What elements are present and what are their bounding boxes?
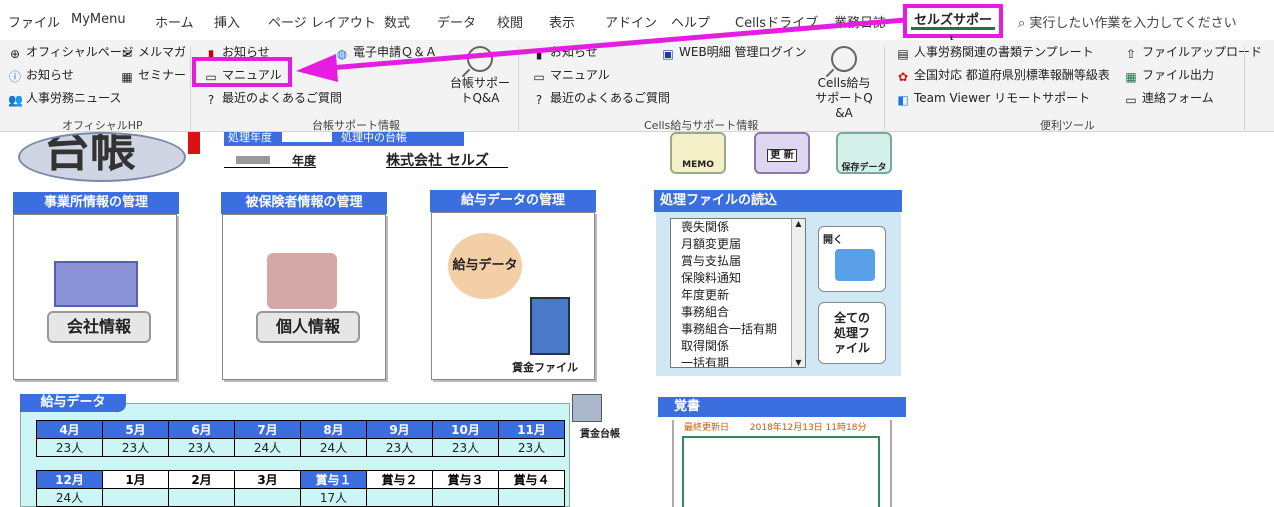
salary-mgmt-section-header: 給与データの管理 xyxy=(430,190,596,212)
annotation-arrow xyxy=(296,17,906,82)
count-cell: 17人 xyxy=(300,488,367,507)
count-cell: 24人 xyxy=(234,438,301,457)
memo-section-header: 覚書 xyxy=(658,397,906,417)
list-scrollbar[interactable]: ▲ ▼ xyxy=(791,219,805,367)
insured-section-header: 被保険者情報の管理 xyxy=(221,192,387,214)
personal-info-button[interactable]: 個人情報 xyxy=(256,311,360,343)
logo-oval: 台帳 xyxy=(18,132,186,182)
open-file-button[interactable]: 開く xyxy=(818,226,886,292)
wage-file-button[interactable]: 賃金ファイル xyxy=(512,359,578,375)
month-cell[interactable]: 4月 xyxy=(36,420,103,439)
count-cell xyxy=(498,488,565,507)
list-item[interactable]: 賞与支払届 xyxy=(671,253,805,270)
wage-ledger-icon[interactable] xyxy=(572,394,602,422)
building-icon xyxy=(54,261,138,307)
header-bar: 処理年度 処理中の台帳 xyxy=(224,132,464,146)
red-marker xyxy=(188,132,200,154)
insured-panel: 個人情報 xyxy=(222,214,386,380)
month-cell[interactable]: 5月 xyxy=(102,420,169,439)
memo-text-area[interactable] xyxy=(682,436,880,507)
processing-year-label: 処理年度 xyxy=(228,132,272,144)
year-suffix: 年度 xyxy=(291,154,316,168)
month-cell[interactable]: 2月 xyxy=(168,470,235,489)
memo-panel: 最終更新日 2018年12月13日 11時18分 xyxy=(672,420,892,507)
last-updated-label: 最終更新日 xyxy=(684,423,730,433)
salary-data-button[interactable]: 給与データ xyxy=(448,233,522,299)
year-box xyxy=(281,132,332,142)
memo-button[interactable]: MEMO xyxy=(670,132,726,174)
count-cell: 24人 xyxy=(300,438,367,457)
month-cell[interactable]: 1月 xyxy=(102,470,169,489)
month-cell[interactable]: 9月 xyxy=(366,420,433,439)
month-cell[interactable]: 7月 xyxy=(234,420,301,439)
office-section-header: 事業所情報の管理 xyxy=(13,192,179,214)
list-item[interactable]: 事務組合一括有期 xyxy=(671,321,805,338)
bonus-cell[interactable]: 賞与３ xyxy=(432,470,499,489)
list-item[interactable]: 喪失関係 xyxy=(671,219,805,236)
processing-book-label: 処理中の台帳 xyxy=(341,132,407,144)
saved-data-button[interactable]: 保存データ xyxy=(836,132,892,174)
count-row: 24人 17人 xyxy=(36,488,565,507)
count-cell: 23人 xyxy=(168,438,235,457)
list-item[interactable]: 保険料通知 xyxy=(671,270,805,287)
salary-table-row1: 4月 5月 6月 7月 8月 9月 10月 11月 23人 23人 23人 24… xyxy=(36,420,565,457)
count-cell xyxy=(168,488,235,507)
ledger-binder-icon xyxy=(530,297,570,355)
folder-icon xyxy=(835,249,875,281)
fiscal-year-field: 年度 xyxy=(224,152,316,168)
company-name: 株式会社 セルズ xyxy=(386,150,508,169)
logo-text: 台帳 xyxy=(44,132,136,177)
bonus-cell[interactable]: 賞与１ xyxy=(300,470,367,489)
all-files-button[interactable]: 全ての処理ファイル xyxy=(818,302,886,364)
month-cell[interactable]: 12月 xyxy=(36,470,103,489)
list-item[interactable]: 年度更新 xyxy=(671,287,805,304)
bonus-cell[interactable]: 賞与４ xyxy=(498,470,565,489)
update-button[interactable]: 更 新 xyxy=(754,132,810,174)
count-cell xyxy=(234,488,301,507)
process-file-list[interactable]: 喪失関係 月額変更届 賞与支払届 保険料通知 年度更新 事務組合 事務組合一括有… xyxy=(670,218,806,368)
list-item[interactable]: 事務組合 xyxy=(671,304,805,321)
count-row: 23人 23人 23人 24人 24人 23人 23人 23人 xyxy=(36,438,565,457)
office-panel: 会社情報 xyxy=(13,214,177,380)
count-cell: 23人 xyxy=(366,438,433,457)
month-cell[interactable]: 11月 xyxy=(498,420,565,439)
month-cell[interactable]: 10月 xyxy=(432,420,499,439)
count-cell: 23人 xyxy=(102,438,169,457)
count-cell: 23人 xyxy=(498,438,565,457)
last-updated-value: 2018年12月13日 11時18分 xyxy=(749,423,867,433)
count-cell xyxy=(432,488,499,507)
person-icon xyxy=(267,253,337,309)
month-cell[interactable]: 3月 xyxy=(234,470,301,489)
month-cell[interactable]: 8月 xyxy=(300,420,367,439)
list-item[interactable]: 月額変更届 xyxy=(671,236,805,253)
count-cell xyxy=(366,488,433,507)
salary-mgmt-panel: 給与データ 賃金ファイル xyxy=(431,212,595,380)
list-item[interactable]: 取得関係 xyxy=(671,338,805,355)
month-header-row: 4月 5月 6月 7月 8月 9月 10月 11月 xyxy=(36,420,565,439)
company-info-button[interactable]: 会社情報 xyxy=(47,311,151,343)
files-section-header: 処理ファイルの読込 xyxy=(654,190,902,212)
count-cell: 23人 xyxy=(36,438,103,457)
list-item[interactable]: 一括有期 xyxy=(671,355,805,367)
scroll-up-icon[interactable]: ▲ xyxy=(792,219,805,228)
bonus-cell[interactable]: 賞与２ xyxy=(366,470,433,489)
masked-year xyxy=(236,156,270,164)
salary-data-header: 給与データ xyxy=(20,394,126,412)
count-cell: 24人 xyxy=(36,488,103,507)
file-list-items: 喪失関係 月額変更届 賞与支払届 保険料通知 年度更新 事務組合 事務組合一括有… xyxy=(671,219,805,367)
count-cell: 23人 xyxy=(432,438,499,457)
scroll-down-icon[interactable]: ▼ xyxy=(792,358,805,367)
wage-ledger-label: 賃金台帳 xyxy=(580,429,620,440)
month-header-row: 12月 1月 2月 3月 賞与１ 賞与２ 賞与３ 賞与４ xyxy=(36,470,565,489)
memo-updated-line: 最終更新日 2018年12月13日 11時18分 xyxy=(674,420,890,433)
count-cell xyxy=(102,488,169,507)
salary-table-row2: 12月 1月 2月 3月 賞与１ 賞与２ 賞与３ 賞与４ 24人 17人 xyxy=(36,470,565,507)
month-cell[interactable]: 6月 xyxy=(168,420,235,439)
